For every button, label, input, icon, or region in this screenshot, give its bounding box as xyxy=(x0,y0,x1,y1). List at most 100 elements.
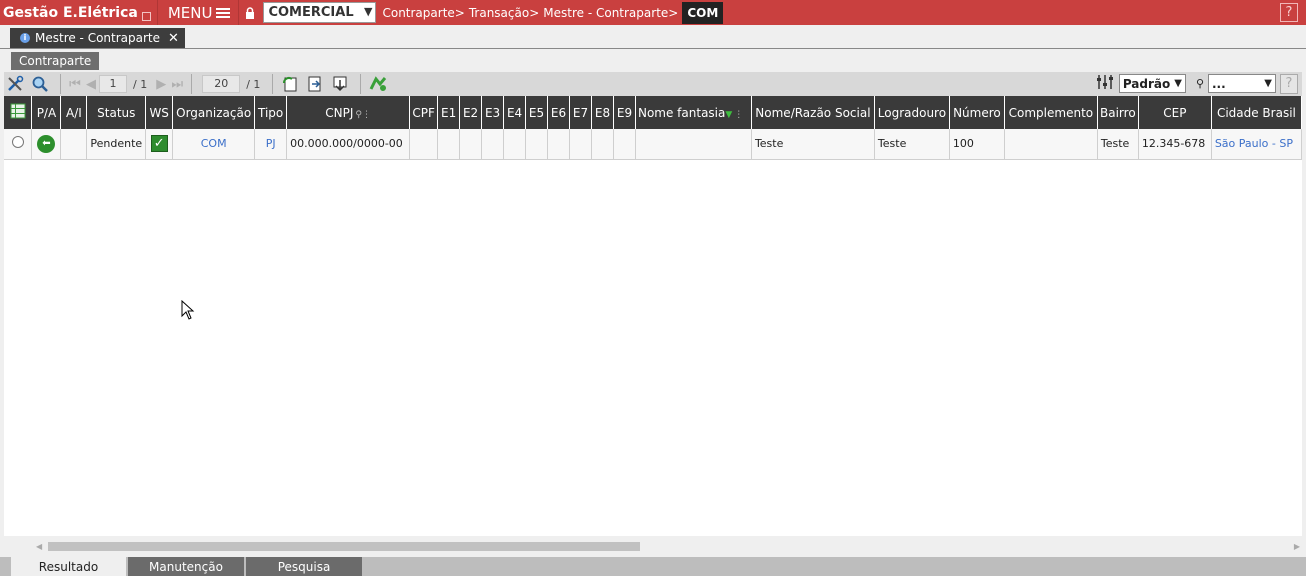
column-header[interactable]: E2 xyxy=(459,96,483,129)
refresh-icon[interactable] xyxy=(279,73,301,95)
pa-cell[interactable]: ⬅ xyxy=(31,129,62,160)
e8-cell xyxy=(591,129,614,160)
column-header[interactable]: E6 xyxy=(547,96,571,129)
prev-page-icon[interactable]: ◀ xyxy=(83,77,99,92)
chevron-down-icon: ▼ xyxy=(1264,78,1272,89)
key-icon: ⚲ xyxy=(1195,77,1204,90)
column-header-cnpj[interactable]: CNPJ ⚲⋮ xyxy=(286,96,411,129)
menu-button[interactable]: MENU xyxy=(158,0,239,25)
scrollbar-thumb[interactable] xyxy=(48,542,640,551)
chevron-down-icon: ▼ xyxy=(1174,78,1182,89)
e6-cell xyxy=(547,129,571,160)
breadcrumb-item[interactable]: Contraparte> xyxy=(382,6,464,20)
column-header[interactable]: Bairro xyxy=(1097,96,1139,129)
logradouro-cell: Teste xyxy=(874,129,950,160)
tab-mestre-contraparte[interactable]: i Mestre - Contraparte ✕ xyxy=(10,28,185,48)
layout-select[interactable]: Padrão ▼ xyxy=(1118,74,1186,93)
lock-icon[interactable] xyxy=(239,6,261,19)
help-button[interactable]: ? xyxy=(1280,3,1298,22)
column-header-nome-fantasia[interactable]: Nome fantasia▼ ⋮ xyxy=(635,96,752,129)
bairro-cell: Teste xyxy=(1097,129,1139,160)
active-status-icon[interactable]: ⬅ xyxy=(37,134,56,153)
column-header[interactable]: P/A xyxy=(31,96,62,129)
cidade-cell[interactable]: São Paulo - SP xyxy=(1211,129,1302,160)
nome-fantasia-cell xyxy=(635,129,752,160)
column-header[interactable]: A/I xyxy=(60,96,88,129)
row-radio[interactable] xyxy=(11,136,24,149)
e5-cell xyxy=(525,129,549,160)
column-header[interactable]: E1 xyxy=(437,96,461,129)
grid-config-icon xyxy=(10,103,26,119)
download-icon[interactable] xyxy=(329,73,351,95)
ws-cell: ✓ xyxy=(145,129,174,160)
column-header[interactable]: Tipo xyxy=(254,96,288,129)
organizacao-cell[interactable]: COM xyxy=(172,129,256,160)
page-total: / 1 xyxy=(133,77,148,91)
horizontal-scrollbar[interactable]: ◀ ▶ xyxy=(4,538,1302,556)
last-page-icon[interactable]: ⏭ xyxy=(169,77,185,92)
scroll-left-icon[interactable]: ◀ xyxy=(36,542,42,551)
mouse-cursor-icon xyxy=(181,300,195,320)
column-settings-header[interactable] xyxy=(4,96,33,129)
column-header[interactable]: Status xyxy=(86,96,147,129)
row-select-radio-cell[interactable] xyxy=(4,129,33,160)
column-header[interactable]: E9 xyxy=(613,96,636,129)
column-header[interactable]: Organização xyxy=(172,96,256,129)
top-bar: Gestão E.Elétrica MENU COMERCIAL ▼ Contr… xyxy=(0,0,1306,25)
breadcrumb-current: COM xyxy=(682,1,724,24)
help-button[interactable]: ? xyxy=(1280,73,1298,94)
breadcrumb-item[interactable]: Mestre - Contraparte> xyxy=(543,6,678,20)
column-header[interactable]: E7 xyxy=(569,96,592,129)
tipo-cell[interactable]: PJ xyxy=(254,129,288,160)
page-number-input[interactable]: 1 xyxy=(99,75,127,93)
column-header[interactable]: E5 xyxy=(525,96,549,129)
breadcrumb: Contraparte> Transação> Mestre - Contrap… xyxy=(382,1,724,24)
cpf-cell xyxy=(409,129,439,160)
next-page-icon[interactable]: ▶ xyxy=(153,77,169,92)
columns-settings-icon[interactable] xyxy=(1095,73,1115,94)
filter-select[interactable]: ... ▼ xyxy=(1208,74,1276,93)
table-row[interactable]: ⬅ Pendente ✓ COM PJ 00.000.000/0000-00 T… xyxy=(4,129,1302,160)
column-header[interactable]: E4 xyxy=(503,96,527,129)
tab-contraparte[interactable]: Contraparte xyxy=(11,52,100,70)
column-header[interactable]: Complemento xyxy=(1004,96,1098,129)
organization-select[interactable]: COMERCIAL ▼ xyxy=(263,2,377,23)
razao-social-cell: Teste xyxy=(751,129,875,160)
first-page-icon[interactable]: ⏮ xyxy=(67,77,83,92)
menu-label: MENU xyxy=(167,3,213,22)
column-header[interactable]: CEP xyxy=(1138,96,1212,129)
cep-cell: 12.345-678 xyxy=(1138,129,1212,160)
tab-manutencao[interactable]: Manutenção xyxy=(128,557,244,576)
window-box-icon[interactable] xyxy=(141,12,151,21)
numero-cell: 100 xyxy=(949,129,1005,160)
info-icon: i xyxy=(20,33,30,43)
e1-cell xyxy=(437,129,461,160)
e9-cell xyxy=(613,129,636,160)
table-header-row: P/A A/I Status WS Organização Tipo CNPJ ⚲… xyxy=(4,96,1302,129)
column-header[interactable]: Cidade Brasil xyxy=(1211,96,1302,129)
column-header[interactable]: WS xyxy=(145,96,174,129)
breadcrumb-item[interactable]: Transação> xyxy=(469,6,539,20)
cnpj-cell: 00.000.000/0000-00 xyxy=(286,129,411,160)
search-icon[interactable] xyxy=(29,73,51,95)
column-header[interactable]: Número xyxy=(949,96,1005,129)
tab-pesquisa[interactable]: Pesquisa xyxy=(246,557,362,576)
close-icon[interactable]: ✕ xyxy=(168,31,179,46)
hamburger-icon xyxy=(216,6,231,20)
scroll-right-icon[interactable]: ▶ xyxy=(1294,542,1300,551)
rows-total: / 1 xyxy=(246,77,261,91)
sort-key-icon: ⚲⋮ xyxy=(355,109,371,120)
status-cell: Pendente xyxy=(86,129,147,160)
export-icon[interactable] xyxy=(304,73,326,95)
column-header[interactable]: Logradouro xyxy=(874,96,950,129)
column-header[interactable]: E3 xyxy=(481,96,505,129)
rows-per-page-input[interactable]: 20 xyxy=(202,75,241,93)
app-title[interactable]: Gestão E.Elétrica xyxy=(0,5,138,21)
puzzle-icon[interactable] xyxy=(367,73,389,95)
tab-resultado[interactable]: Resultado xyxy=(11,557,126,576)
column-header[interactable]: E8 xyxy=(591,96,614,129)
tools-icon[interactable] xyxy=(4,73,26,95)
checkmark-icon: ✓ xyxy=(150,135,168,153)
column-header[interactable]: Nome/Razão Social xyxy=(751,96,875,129)
column-header[interactable]: CPF xyxy=(409,96,439,129)
